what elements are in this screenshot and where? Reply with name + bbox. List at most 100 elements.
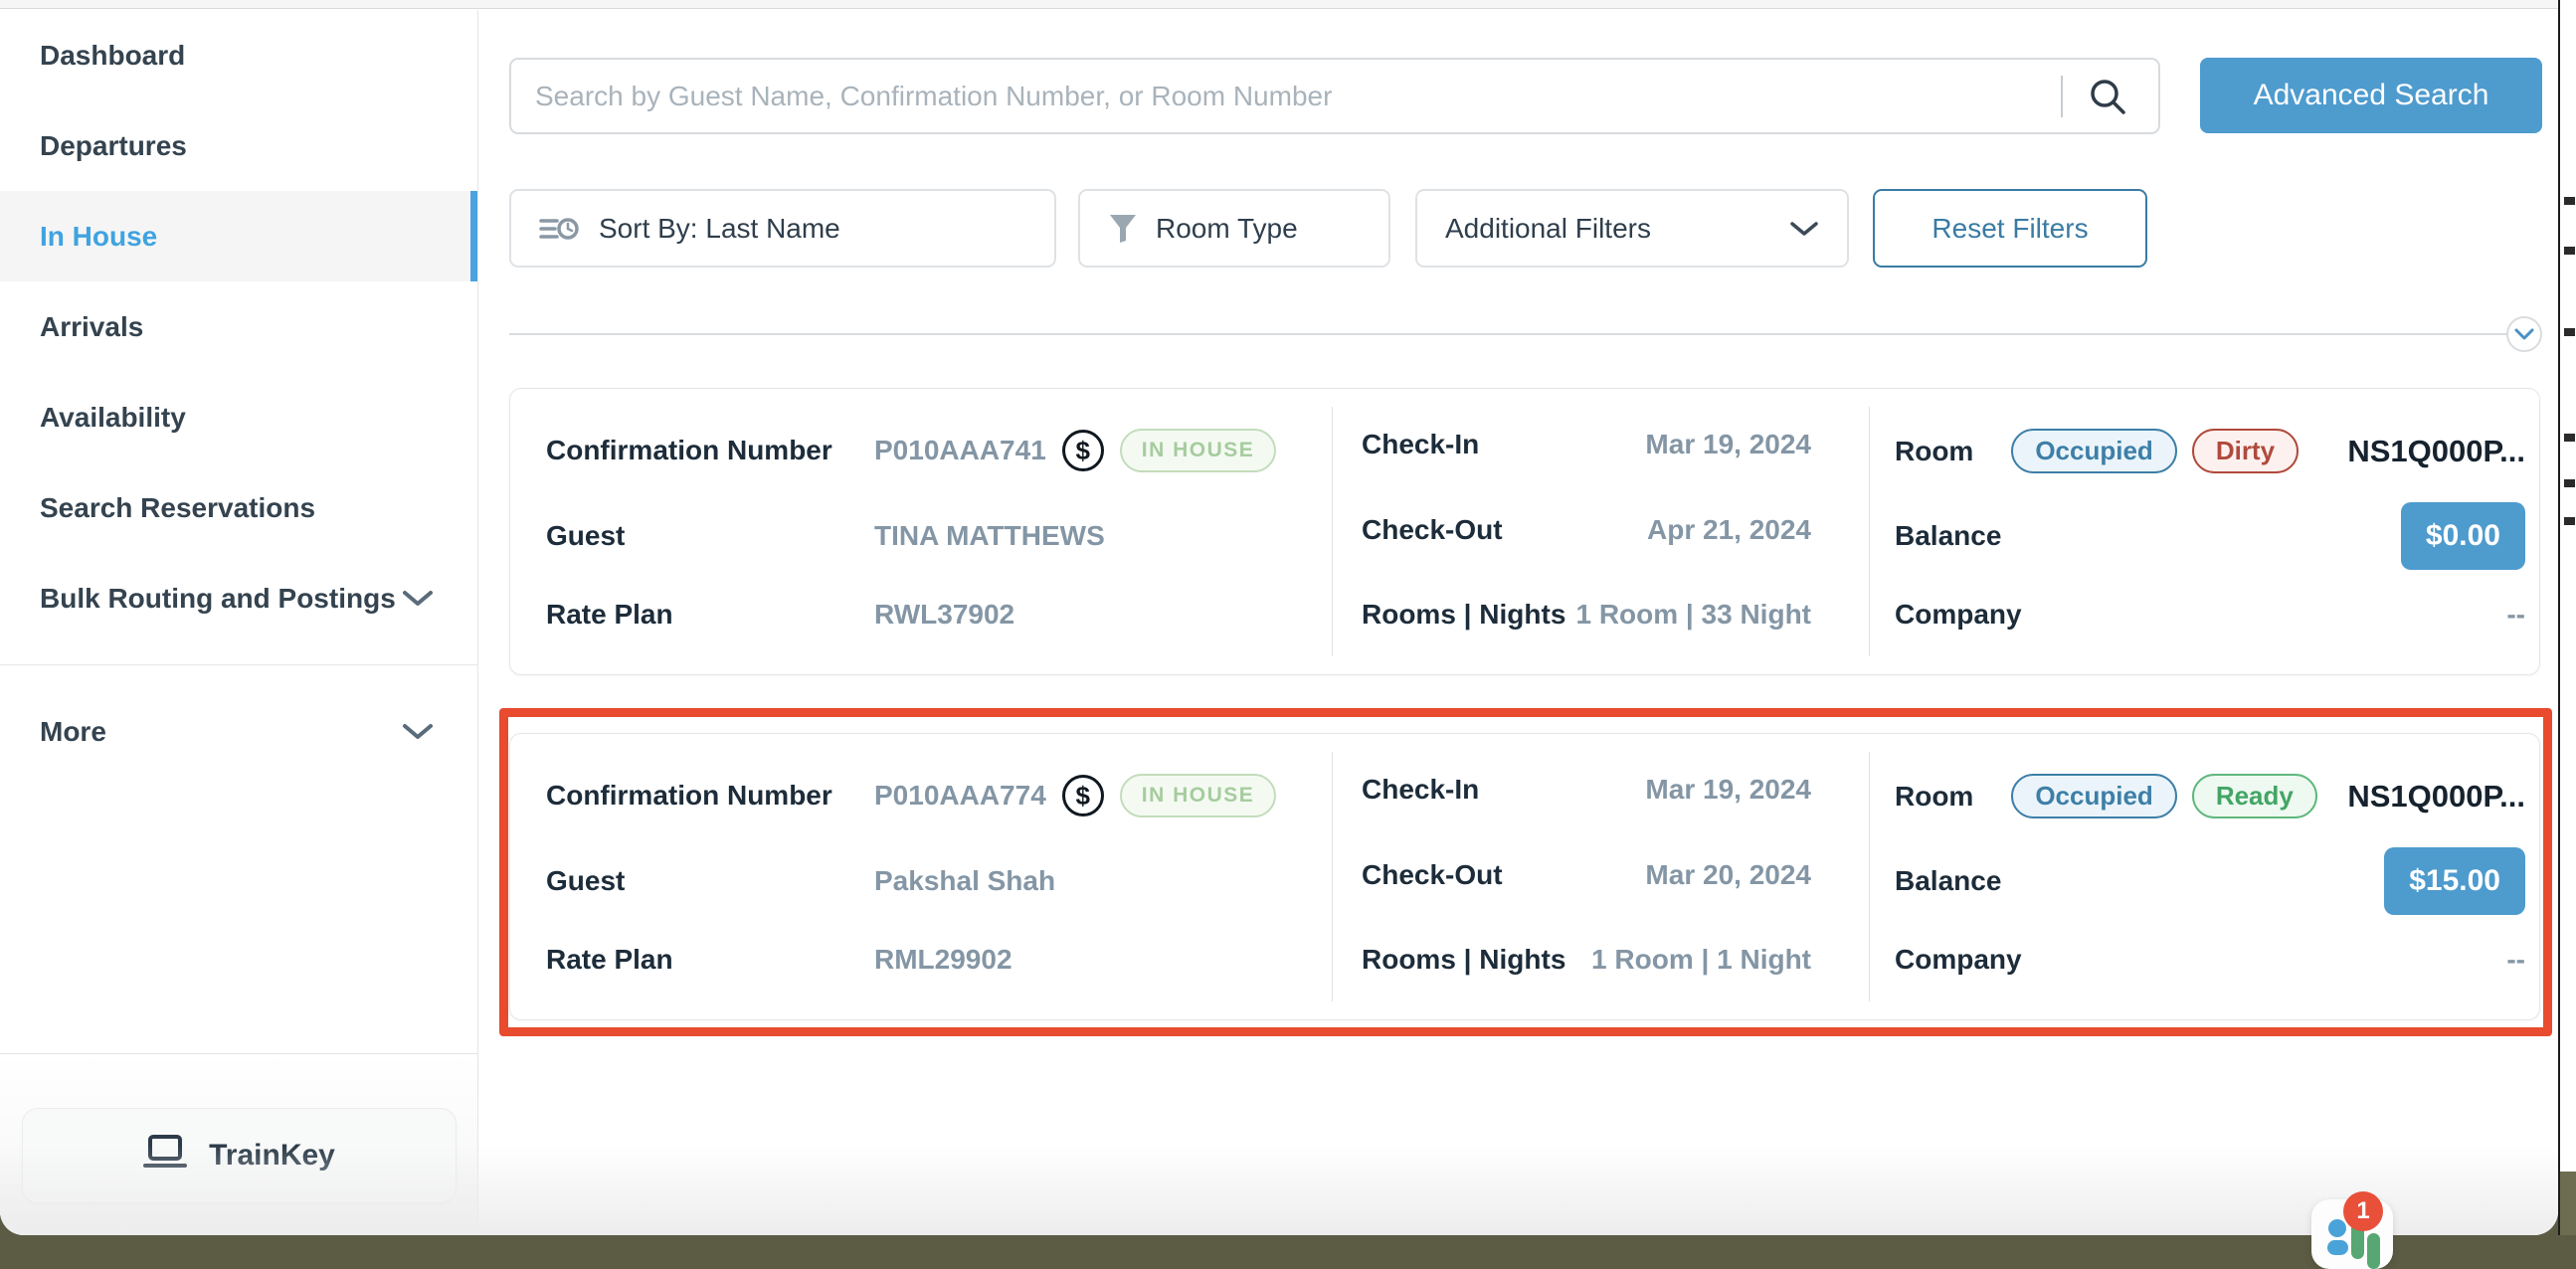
guest-label: Guest (546, 865, 874, 897)
room-label: Room (1895, 781, 1973, 813)
guest-value: Pakshal Shah (874, 865, 1055, 897)
background-window-sliver (2558, 0, 2576, 1235)
card-guest-section: Confirmation Number P010AAA774 $ IN HOUS… (510, 734, 1332, 1019)
sidebar-item-dashboard[interactable]: Dashboard (0, 10, 477, 100)
sidebar-item-bulk-routing[interactable]: Bulk Routing and Postings (0, 553, 477, 643)
balance-button[interactable]: $0.00 (2401, 502, 2525, 570)
check-in-label: Check-In (1362, 429, 1479, 460)
check-in-value: Mar 19, 2024 (1645, 774, 1811, 806)
rooms-nights-label: Rooms | Nights (1362, 599, 1565, 631)
sidebar-item-label: In House (40, 221, 157, 253)
chevron-down-icon (1789, 213, 1819, 245)
sort-by-button[interactable]: Sort By: Last Name (509, 189, 1056, 268)
rooms-nights-value: 1 Room | 1 Night (1591, 944, 1811, 976)
sidebar-item-label: Availability (40, 402, 186, 434)
card-dates-section: Check-In Mar 19, 2024 Check-Out Mar 20, … (1332, 734, 1869, 1019)
sort-by-label: Sort By: Last Name (599, 213, 840, 245)
confirmation-number-value: P010AAA741 (874, 435, 1046, 466)
sidebar-item-label: Departures (40, 130, 187, 162)
card-guest-section: Confirmation Number P010AAA741 $ IN HOUS… (510, 389, 1332, 674)
reset-filters-label: Reset Filters (1932, 213, 2088, 245)
card-room-section: Room Occupied Dirty NS1Q000P... Balance … (1869, 389, 2541, 674)
search-box (509, 58, 2160, 134)
rate-plan-value: RWL37902 (874, 599, 1014, 631)
advanced-search-button[interactable]: Advanced Search (2200, 58, 2542, 133)
confirmation-number-label: Confirmation Number (546, 435, 874, 466)
room-number-value: NS1Q000P... (2347, 779, 2525, 815)
room-type-label: Room Type (1156, 213, 1298, 245)
collapse-chevron-button[interactable] (2506, 316, 2542, 352)
search-icon[interactable] (2087, 76, 2158, 117)
rooms-nights-label: Rooms | Nights (1362, 944, 1565, 976)
rate-plan-value: RML29902 (874, 944, 1012, 976)
filter-row: Sort By: Last Name Room Type Additional … (509, 189, 2147, 268)
company-value: -- (2506, 599, 2525, 631)
room-number-value: NS1Q000P... (2347, 434, 2525, 469)
sort-icon (539, 213, 581, 245)
sidebar-item-availability[interactable]: Availability (0, 372, 477, 462)
sidebar-item-label: More (40, 716, 106, 748)
chevron-down-icon (402, 716, 434, 748)
check-in-value: Mar 19, 2024 (1645, 429, 1811, 460)
sidebar-footer: TrainKey (0, 1053, 477, 1235)
in-house-badge: IN HOUSE (1120, 774, 1277, 817)
sidebar-item-more[interactable]: More (0, 686, 477, 777)
additional-filters-button[interactable]: Additional Filters (1415, 189, 1849, 268)
check-out-label: Check-Out (1362, 859, 1503, 891)
dollar-icon[interactable]: $ (1062, 430, 1104, 471)
app-window: Dashboard Departures In House Arrivals A… (0, 0, 2558, 1235)
card-room-section: Room Occupied Ready NS1Q000P... Balance … (1869, 734, 2541, 1019)
chevron-down-icon (402, 583, 434, 615)
rate-plan-label: Rate Plan (546, 944, 874, 976)
confirmation-number-value: P010AAA774 (874, 780, 1046, 812)
additional-filters-label: Additional Filters (1445, 213, 1651, 245)
main-content: Advanced Search Sort By: Last Name Room … (478, 10, 2558, 1235)
trainkey-button[interactable]: TrainKey (22, 1108, 457, 1203)
rooms-nights-value: 1 Room | 33 Night (1575, 599, 1811, 631)
rate-plan-label: Rate Plan (546, 599, 874, 631)
search-input[interactable] (511, 60, 2061, 132)
reset-filters-button[interactable]: Reset Filters (1873, 189, 2147, 268)
company-value: -- (2506, 944, 2525, 976)
company-label: Company (1895, 599, 2022, 631)
balance-button[interactable]: $15.00 (2384, 847, 2525, 915)
dirty-badge: Dirty (2192, 429, 2299, 473)
filter-funnel-icon (1108, 213, 1138, 245)
sidebar-divider (0, 664, 477, 665)
list-divider (509, 333, 2506, 335)
check-out-label: Check-Out (1362, 514, 1503, 546)
sidebar-item-search-reservations[interactable]: Search Reservations (0, 462, 477, 553)
company-label: Company (1895, 944, 2022, 976)
reservation-card[interactable]: Confirmation Number P010AAA741 $ IN HOUS… (509, 388, 2540, 675)
reservation-card-highlighted[interactable]: Confirmation Number P010AAA774 $ IN HOUS… (509, 733, 2540, 1020)
guest-label: Guest (546, 520, 874, 552)
balance-label: Balance (1895, 520, 2001, 552)
ready-badge: Ready (2192, 774, 2317, 818)
sidebar: Dashboard Departures In House Arrivals A… (0, 10, 478, 1235)
confirmation-number-label: Confirmation Number (546, 780, 874, 812)
room-type-button[interactable]: Room Type (1078, 189, 1390, 268)
sidebar-item-label: Dashboard (40, 40, 185, 72)
card-dates-section: Check-In Mar 19, 2024 Check-Out Apr 21, … (1332, 389, 1869, 674)
window-top-strip (0, 0, 2558, 9)
sidebar-item-arrivals[interactable]: Arrivals (0, 281, 477, 372)
trainkey-label: TrainKey (209, 1139, 335, 1173)
guest-value: TINA MATTHEWS (874, 520, 1105, 552)
sidebar-item-label: Arrivals (40, 311, 143, 343)
room-label: Room (1895, 436, 1973, 467)
sidebar-item-in-house[interactable]: In House (0, 191, 477, 281)
balance-label: Balance (1895, 865, 2001, 897)
check-in-label: Check-In (1362, 774, 1479, 806)
check-out-value: Mar 20, 2024 (1645, 859, 1811, 891)
occupied-badge: Occupied (2011, 429, 2176, 473)
notification-badge[interactable]: 1 (2343, 1191, 2383, 1231)
check-out-value: Apr 21, 2024 (1647, 514, 1811, 546)
sidebar-item-departures[interactable]: Departures (0, 100, 477, 191)
dollar-icon[interactable]: $ (1062, 775, 1104, 816)
laptop-icon (143, 1134, 187, 1178)
sidebar-item-label: Search Reservations (40, 492, 315, 524)
occupied-badge: Occupied (2011, 774, 2176, 818)
search-separator (2061, 76, 2063, 117)
sidebar-item-label: Bulk Routing and Postings (40, 583, 396, 615)
in-house-badge: IN HOUSE (1120, 429, 1277, 472)
